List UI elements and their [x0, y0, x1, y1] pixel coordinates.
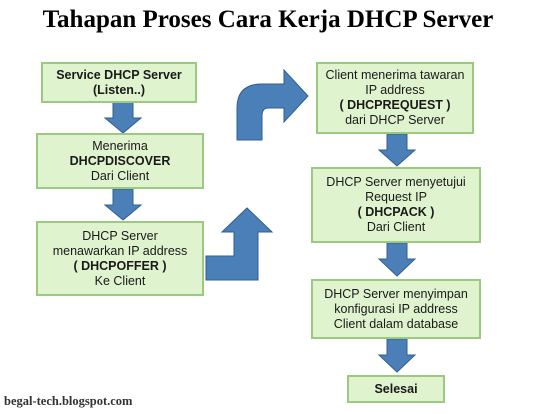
- down-arrow-icon: [377, 133, 417, 167]
- down-arrow-icon: [377, 242, 417, 277]
- step-line: dari DHCP Server: [345, 113, 445, 127]
- curved-arrow-icon: [236, 68, 309, 141]
- step-line: Client menerima tawaran: [325, 68, 465, 82]
- step-simpan-database: DHCP Server menyimpan konfigurasi IP add…: [311, 279, 481, 339]
- step-line: Request IP: [365, 190, 427, 204]
- step-dhcpack: DHCP Server menyetujui Request IP ( DHCP…: [311, 167, 481, 243]
- step-line: Selesai: [374, 381, 418, 396]
- step-dhcpdiscover: Menerima DHCPDISCOVER Dari Client: [36, 133, 204, 189]
- step-line: Menerima: [92, 138, 148, 153]
- bent-arrow-icon: [205, 207, 274, 281]
- diagram-title: Tahapan Proses Cara Kerja DHCP Server: [42, 6, 494, 33]
- down-arrow-icon: [377, 338, 417, 373]
- step-line: ( DHCPOFFER ): [73, 258, 167, 273]
- step-line: DHCP Server menyetujui: [326, 175, 466, 189]
- step-line: IP address: [365, 83, 425, 97]
- step-service-listen: Service DHCP Server (Listen..): [41, 62, 197, 103]
- down-arrow-icon: [103, 188, 143, 221]
- step-line: konfigurasi IP address: [334, 301, 458, 316]
- step-line: DHCPDISCOVER: [69, 153, 171, 168]
- step-dhcpoffer: DHCP Server menawarkan IP address ( DHCP…: [36, 221, 204, 296]
- step-line: Service DHCP Server: [56, 67, 182, 82]
- step-dhcprequest: Client menerima tawaran IP address ( DHC…: [316, 62, 474, 134]
- step-line: ( DHCPREQUEST ): [339, 98, 451, 112]
- step-line: (Listen..): [92, 82, 146, 97]
- step-line: DHCP Server: [82, 228, 158, 243]
- step-line: Ke Client: [94, 273, 146, 288]
- step-line: DHCP Server menyimpan: [324, 286, 468, 301]
- down-arrow-icon: [103, 101, 143, 134]
- step-line: Dari Client: [90, 168, 150, 183]
- step-line: menawarkan IP address: [52, 243, 188, 258]
- step-line: ( DHCPACK ): [357, 205, 435, 219]
- footer-watermark: begal-tech.blogspot.com: [4, 394, 133, 408]
- step-line: Client dalam database: [333, 316, 459, 331]
- step-line: Dari Client: [366, 220, 426, 234]
- step-selesai: Selesai: [347, 375, 445, 403]
